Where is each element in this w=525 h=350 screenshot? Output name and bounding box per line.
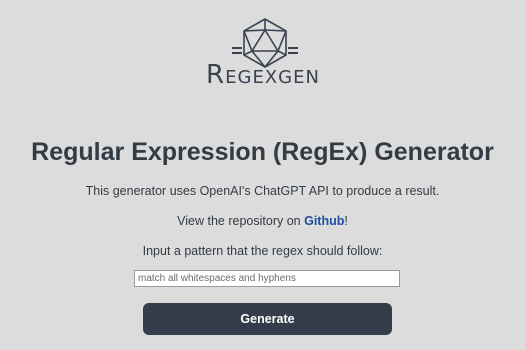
repository-prefix: View the repository on — [177, 214, 305, 228]
pattern-input[interactable] — [134, 270, 400, 287]
description-text: This generator uses OpenAI's ChatGPT API… — [85, 184, 440, 198]
logo-wordmark: REGEXGEN — [205, 62, 321, 88]
repository-line: View the repository on Github! — [0, 213, 525, 229]
page: REGEXGEN Regular Expression (RegEx) Gene… — [0, 0, 525, 350]
instruction-text: Input a pattern that the regex should fo… — [142, 244, 383, 258]
page-title: Regular Expression (RegEx) Generator — [31, 138, 494, 166]
logo-rest: EGEXGEN — [225, 67, 320, 88]
github-link[interactable]: Github — [304, 214, 344, 228]
repository-suffix: ! — [344, 214, 348, 228]
logo-initial: R — [206, 60, 226, 90]
generate-button[interactable]: Generate — [143, 303, 392, 335]
